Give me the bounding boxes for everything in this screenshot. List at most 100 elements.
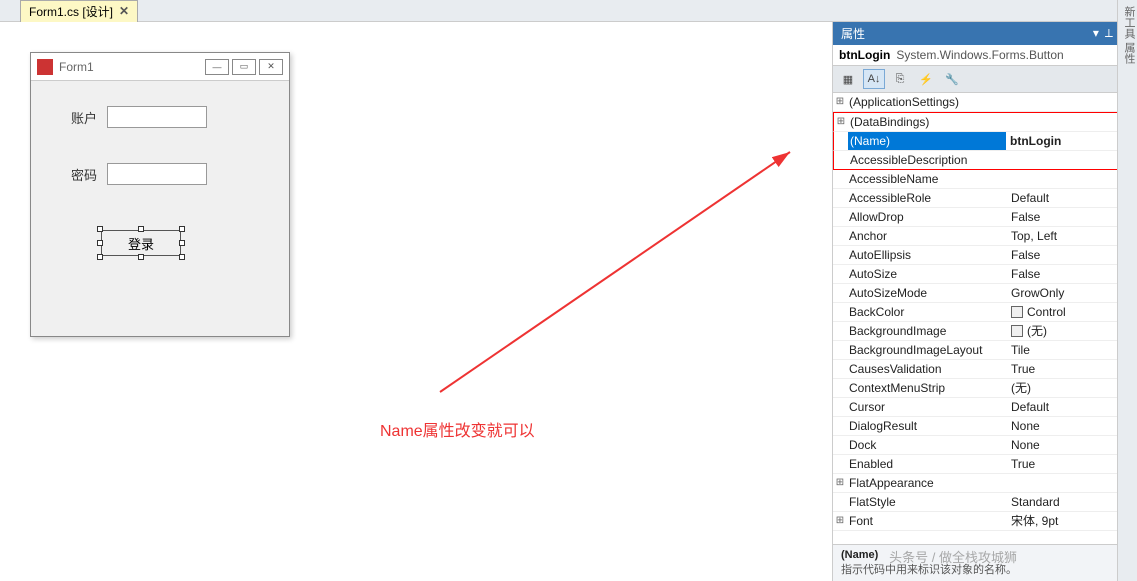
expand-icon[interactable]	[833, 493, 847, 511]
tab-bar: Form1.cs [设计] ✕	[0, 0, 1137, 22]
minimize-icon[interactable]: —	[205, 59, 229, 75]
property-row[interactable]: AccessibleRoleDefault	[833, 189, 1137, 208]
property-name: (ApplicationSettings)	[847, 93, 1007, 111]
color-swatch-icon	[1011, 325, 1023, 337]
expand-icon[interactable]	[834, 132, 848, 150]
property-name: BackColor	[847, 303, 1007, 321]
annotation-text: Name属性改变就可以	[380, 417, 535, 441]
expand-icon[interactable]	[833, 284, 847, 302]
expand-icon[interactable]	[833, 341, 847, 359]
property-name: Cursor	[847, 398, 1007, 416]
login-button[interactable]: 登录	[101, 230, 181, 256]
property-name: AccessibleName	[847, 170, 1007, 188]
property-row[interactable]: FlatStyleStandard	[833, 493, 1137, 512]
expand-icon[interactable]	[833, 170, 847, 188]
property-name: Anchor	[847, 227, 1007, 245]
panel-title: 属性	[841, 25, 865, 42]
object-type: System.Windows.Forms.Button	[896, 48, 1125, 62]
property-row[interactable]: AccessibleName	[833, 170, 1137, 189]
property-row[interactable]: BackColorControl	[833, 303, 1137, 322]
expand-icon[interactable]	[833, 189, 847, 207]
expand-icon[interactable]: ⊞	[834, 113, 848, 131]
property-row[interactable]: ContextMenuStrip(无)	[833, 379, 1137, 398]
form-title: Form1	[59, 60, 202, 74]
expand-icon[interactable]	[833, 208, 847, 226]
titlebar: Form1 — ▭ ✕	[31, 53, 289, 81]
categorized-icon[interactable]: ▦	[837, 69, 859, 89]
property-row[interactable]: CursorDefault	[833, 398, 1137, 417]
property-row[interactable]: ⊞Font宋体, 9pt	[833, 512, 1137, 531]
expand-icon[interactable]: ⊞	[833, 474, 847, 492]
property-name: Enabled	[847, 455, 1007, 473]
property-name: Dock	[847, 436, 1007, 454]
property-grid[interactable]: ⊞(ApplicationSettings)⊞(DataBindings)(Na…	[833, 93, 1137, 544]
dropdown-icon[interactable]: ▾	[1093, 26, 1099, 41]
property-row[interactable]: ⊞(DataBindings)	[833, 112, 1137, 132]
designer-surface[interactable]: Form1 — ▭ ✕ 账户 密码 登录	[0, 22, 832, 581]
property-name: AutoEllipsis	[847, 246, 1007, 264]
close-icon[interactable]: ✕	[259, 59, 283, 75]
footer-name: (Name)	[841, 549, 878, 561]
tab-title: Form1.cs [设计]	[29, 3, 113, 20]
property-row[interactable]: AutoEllipsisFalse	[833, 246, 1137, 265]
expand-icon[interactable]	[833, 322, 847, 340]
form-body: 账户 密码 登录	[31, 81, 289, 281]
password-input[interactable]	[107, 163, 207, 185]
expand-icon[interactable]	[834, 151, 848, 169]
expand-icon[interactable]	[833, 436, 847, 454]
expand-icon[interactable]	[833, 417, 847, 435]
property-row[interactable]: BackgroundImage(无)	[833, 322, 1137, 341]
property-name: FlatAppearance	[847, 474, 1007, 492]
property-name: DialogResult	[847, 417, 1007, 435]
account-input[interactable]	[107, 106, 207, 128]
button-selection[interactable]: 登录	[101, 230, 181, 256]
property-row[interactable]: AllowDropFalse	[833, 208, 1137, 227]
expand-icon[interactable]	[833, 398, 847, 416]
expand-icon[interactable]	[833, 303, 847, 321]
property-row[interactable]: ⊞FlatAppearance	[833, 474, 1137, 493]
pin-icon[interactable]: ⟂	[1105, 26, 1113, 41]
property-row[interactable]: ⊞(ApplicationSettings)	[833, 93, 1137, 112]
property-row[interactable]: CausesValidationTrue	[833, 360, 1137, 379]
property-row[interactable]: (Name)btnLogin	[833, 132, 1137, 151]
expand-icon[interactable]	[833, 246, 847, 264]
panel-header: 属性 ▾ ⟂ ✕	[833, 22, 1137, 45]
form-window[interactable]: Form1 — ▭ ✕ 账户 密码 登录	[30, 52, 290, 337]
vertical-tabs[interactable]: 新工具 属性	[1117, 0, 1137, 581]
maximize-icon[interactable]: ▭	[232, 59, 256, 75]
property-row[interactable]: AnchorTop, Left	[833, 227, 1137, 246]
events-icon[interactable]: ⚡	[915, 69, 937, 89]
account-label: 账户	[71, 108, 107, 127]
file-tab[interactable]: Form1.cs [设计] ✕	[20, 0, 138, 22]
property-name: AccessibleDescription	[848, 151, 1006, 169]
messages-icon[interactable]: 🔧	[941, 69, 963, 89]
object-selector[interactable]: btnLogin System.Windows.Forms.Button ▾	[833, 45, 1137, 66]
property-name: (DataBindings)	[848, 113, 1006, 131]
property-name: BackgroundImage	[847, 322, 1007, 340]
close-tab-icon[interactable]: ✕	[119, 4, 129, 18]
property-name: Font	[847, 512, 1007, 530]
expand-icon[interactable]: ⊞	[833, 93, 847, 111]
properties-panel: 属性 ▾ ⟂ ✕ btnLogin System.Windows.Forms.B…	[832, 22, 1137, 581]
expand-icon[interactable]	[833, 379, 847, 397]
property-name: (Name)	[848, 132, 1006, 150]
expand-icon[interactable]: ⊞	[833, 512, 847, 530]
property-row[interactable]: DialogResultNone	[833, 417, 1137, 436]
property-row[interactable]: DockNone	[833, 436, 1137, 455]
alphabetical-icon[interactable]: A↓	[863, 69, 885, 89]
property-name: ContextMenuStrip	[847, 379, 1007, 397]
expand-icon[interactable]	[833, 265, 847, 283]
expand-icon[interactable]	[833, 455, 847, 473]
property-pages-icon[interactable]: ⎘	[889, 69, 911, 89]
expand-icon[interactable]	[833, 227, 847, 245]
watermark: 头条号 / 做全栈攻城狮	[889, 547, 1017, 566]
property-row[interactable]: AutoSizeFalse	[833, 265, 1137, 284]
property-row[interactable]: BackgroundImageLayoutTile	[833, 341, 1137, 360]
property-row[interactable]: AccessibleDescription	[833, 151, 1137, 170]
property-name: BackgroundImageLayout	[847, 341, 1007, 359]
object-name: btnLogin	[839, 48, 890, 62]
property-row[interactable]: EnabledTrue	[833, 455, 1137, 474]
expand-icon[interactable]	[833, 360, 847, 378]
property-row[interactable]: AutoSizeModeGrowOnly	[833, 284, 1137, 303]
property-name: AutoSize	[847, 265, 1007, 283]
